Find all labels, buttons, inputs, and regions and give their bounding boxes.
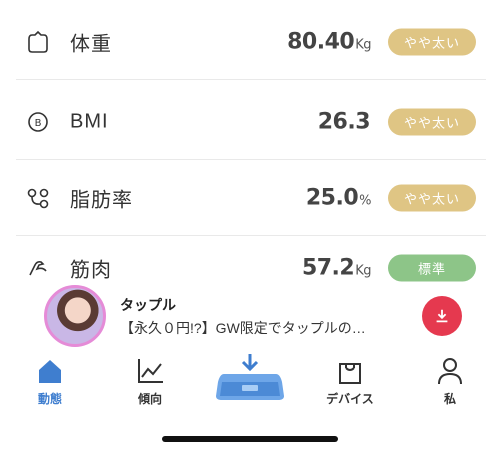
status-badge: やや太い	[388, 108, 476, 135]
tab-label: 傾向	[137, 392, 162, 406]
scale-download-icon	[216, 354, 284, 400]
person-icon	[438, 358, 462, 385]
body-fat-icon	[24, 184, 52, 212]
metric-label: BMI	[70, 110, 109, 132]
trend-chart-icon	[138, 359, 163, 383]
metric-value: 57.2Kg	[301, 255, 372, 281]
tab-label: デバイス	[326, 392, 374, 406]
ad-avatar	[44, 285, 106, 347]
tab-label: 私	[443, 392, 456, 406]
tab-devices[interactable]: デバイス	[310, 356, 390, 412]
metric-label: 筋肉	[70, 259, 112, 282]
device-bag-icon	[339, 363, 361, 384]
metric-row-bmi[interactable]: B BMI 26.3 やや太い	[16, 84, 486, 160]
weight-icon	[24, 28, 52, 56]
tab-me[interactable]: 私	[410, 356, 490, 412]
metric-value: 25.0%	[305, 185, 372, 210]
home-indicator[interactable]	[162, 436, 338, 442]
metric-row-weight[interactable]: 体重 80.40Kg やや太い	[16, 4, 486, 80]
metric-value: 26.3	[317, 109, 371, 134]
tab-label: 動態	[37, 392, 62, 406]
home-icon	[39, 360, 61, 383]
ad-download-button[interactable]	[422, 296, 462, 336]
ad-title: タップル	[120, 297, 176, 313]
tab-activity[interactable]: 動態	[10, 356, 90, 412]
muscle-icon	[24, 254, 52, 282]
status-badge: 標準	[388, 254, 476, 282]
ad-text: 【永久０円!?】GW限定でタップルの…	[120, 320, 366, 336]
metric-label: 体重	[70, 33, 112, 55]
status-badge: やや太い	[388, 28, 476, 55]
tab-trend[interactable]: 傾向	[110, 356, 190, 412]
bmi-icon: B	[24, 108, 52, 136]
status-badge: やや太い	[388, 184, 476, 211]
svg-text:B: B	[35, 118, 42, 129]
ad-banner[interactable]: タップル 【永久０円!?】GW限定でタップルの…	[38, 283, 462, 347]
metric-label: 脂肪率	[70, 189, 133, 211]
scale-button[interactable]	[212, 352, 288, 406]
metric-value: 80.40Kg	[287, 29, 371, 54]
metric-row-body-fat[interactable]: 脂肪率 25.0% やや太い	[16, 160, 486, 236]
download-icon	[436, 309, 448, 323]
